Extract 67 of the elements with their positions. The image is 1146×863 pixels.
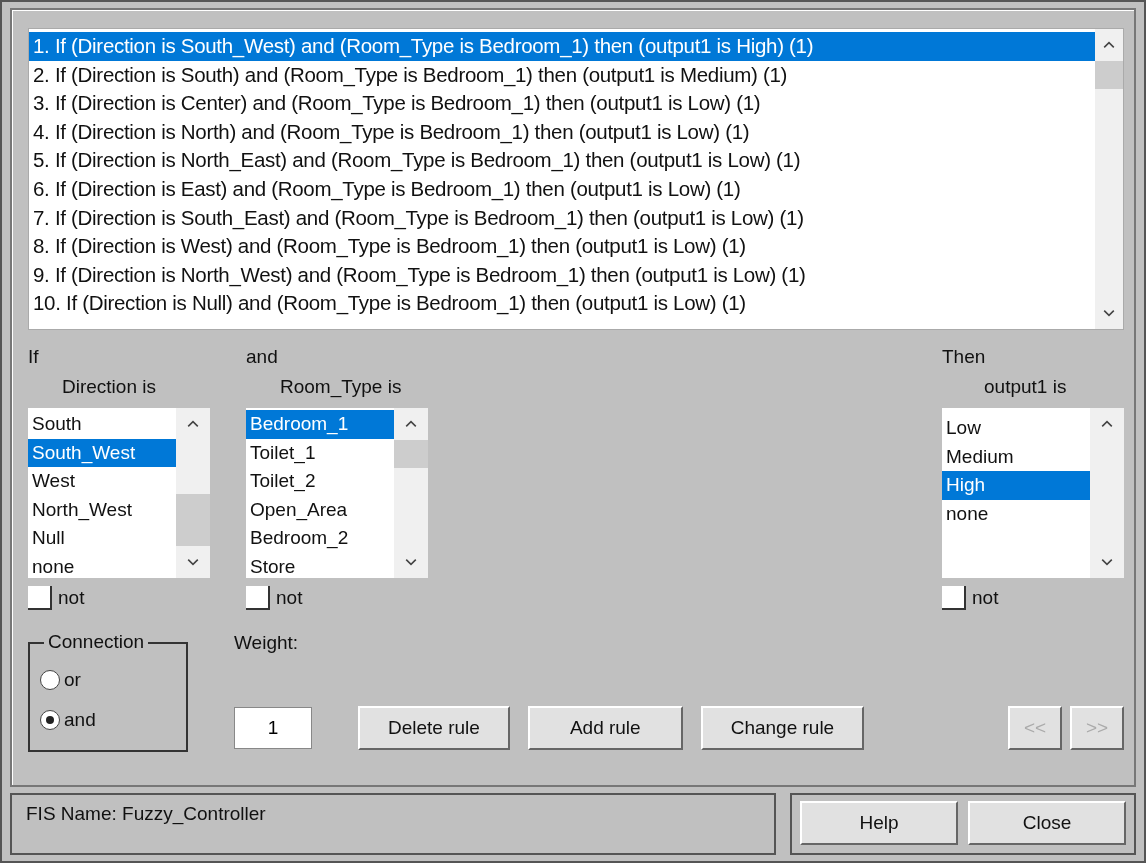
variable-label: Direction is: [61, 375, 157, 399]
not-checkbox[interactable]: [942, 586, 966, 610]
option-item[interactable]: Medium: [942, 442, 1090, 471]
option-list[interactable]: Low Medium High none: [942, 408, 1124, 578]
rule-button[interactable]: Change rule: [700, 706, 865, 750]
scroll-down-icon[interactable]: [187, 558, 199, 566]
rule-button[interactable]: Delete rule: [358, 706, 510, 750]
clause-label: and: [246, 345, 279, 369]
option-item[interactable]: South_West: [28, 438, 176, 467]
scroll-down-icon[interactable]: [405, 558, 417, 566]
option-item[interactable]: none: [942, 499, 1090, 528]
clause-label: Then: [942, 345, 987, 369]
option-item[interactable]: West: [28, 467, 176, 496]
radio-label: and: [64, 709, 96, 731]
dialog-button[interactable]: Help: [800, 801, 958, 845]
radio-button[interactable]: [40, 710, 60, 730]
dialog-button[interactable]: Close: [968, 801, 1126, 845]
fis-name: FIS Name: Fuzzy_Controller: [26, 803, 266, 824]
variable-label: Room_Type is: [279, 375, 403, 400]
option-item[interactable]: Toilet_1: [246, 438, 394, 467]
rule-item[interactable]: 4. If (Direction is North) and (Room_Type is Bedroom_1) then (output1 is Low) (1): [29, 117, 1095, 147]
option-item[interactable]: South: [28, 410, 176, 439]
radio-button[interactable]: [40, 670, 60, 690]
option-item[interactable]: Bedroom_1: [246, 410, 394, 439]
option-item[interactable]: Bedroom_2: [246, 524, 394, 553]
option-item[interactable]: none: [28, 552, 176, 581]
option-item[interactable]: Null: [28, 524, 176, 553]
not-label: not: [276, 587, 303, 609]
option-item[interactable]: Store: [246, 552, 394, 581]
option-item[interactable]: Low: [942, 414, 1090, 443]
scroll-down-icon[interactable]: [1103, 309, 1115, 317]
radio-label: or: [64, 669, 81, 691]
rule-button[interactable]: Add rule: [527, 706, 683, 750]
rule-list[interactable]: [28, 28, 1124, 330]
not-checkbox[interactable]: [28, 586, 52, 610]
rule-item[interactable]: 10. If (Direction is Null) and (Room_Type is Bedroom_1) then (output1 is Low) (1): [29, 289, 1095, 318]
rule-item[interactable]: 6. If (Direction is East) and (Room_Type is Bedroom_1) then (output1 is Low) (1): [29, 174, 1095, 204]
scrollbar[interactable]: [1090, 408, 1124, 578]
option-item[interactable]: North_West: [28, 495, 176, 524]
scroll-up-icon[interactable]: [1103, 41, 1115, 49]
clause-label: If: [28, 345, 40, 369]
not-label: not: [972, 587, 999, 609]
variable-label: output1 is: [983, 375, 1068, 399]
scrollbar[interactable]: [176, 408, 210, 578]
scrollbar[interactable]: [1095, 29, 1123, 329]
rule-item[interactable]: 5. If (Direction is North_East) and (Room_Type is Bedroom_1) then (output1 is Low) (1): [29, 146, 1095, 175]
rule-item[interactable]: 3. If (Direction is Center) and (Room_Type is Bedroom_1) then (output1 is Low) (1): [29, 89, 1095, 118]
option-item[interactable]: High: [942, 471, 1090, 500]
weight-label: Weight:: [234, 632, 300, 655]
scroll-up-icon[interactable]: [405, 420, 417, 428]
rule-item[interactable]: 9. If (Direction is North_West) and (Room_Type is Bedroom_1) then (output1 is Low) (1): [29, 260, 1095, 290]
scrollbar[interactable]: [394, 408, 428, 578]
scroll-down-icon[interactable]: [1101, 558, 1113, 566]
weight-field[interactable]: 1: [234, 707, 312, 749]
rule-item[interactable]: 2. If (Direction is South) and (Room_Type is Bedroom_1) then (output1 is Medium) (1): [29, 60, 1095, 90]
rule-item[interactable]: 7. If (Direction is South_East) and (Room_Type is Bedroom_1) then (output1 is Low) (1): [29, 203, 1095, 233]
option-item[interactable]: Toilet_2: [246, 467, 394, 496]
rule-item[interactable]: 8. If (Direction is West) and (Room_Type is Bedroom_1) then (output1 is Low) (1): [29, 232, 1095, 261]
scroll-thumb[interactable]: [176, 494, 210, 546]
not-checkbox[interactable]: [246, 586, 270, 610]
option-item[interactable]: Open_Area: [246, 495, 394, 524]
scroll-up-icon[interactable]: [1101, 420, 1113, 428]
scroll-thumb[interactable]: [1095, 61, 1123, 89]
rule-item[interactable]: 1. If (Direction is South_West) and (Room_Type is Bedroom_1) then (output1 is High) (1): [29, 32, 1095, 61]
scroll-up-icon[interactable]: [187, 420, 199, 428]
scroll-thumb[interactable]: [394, 440, 428, 468]
not-label: not: [58, 587, 85, 609]
